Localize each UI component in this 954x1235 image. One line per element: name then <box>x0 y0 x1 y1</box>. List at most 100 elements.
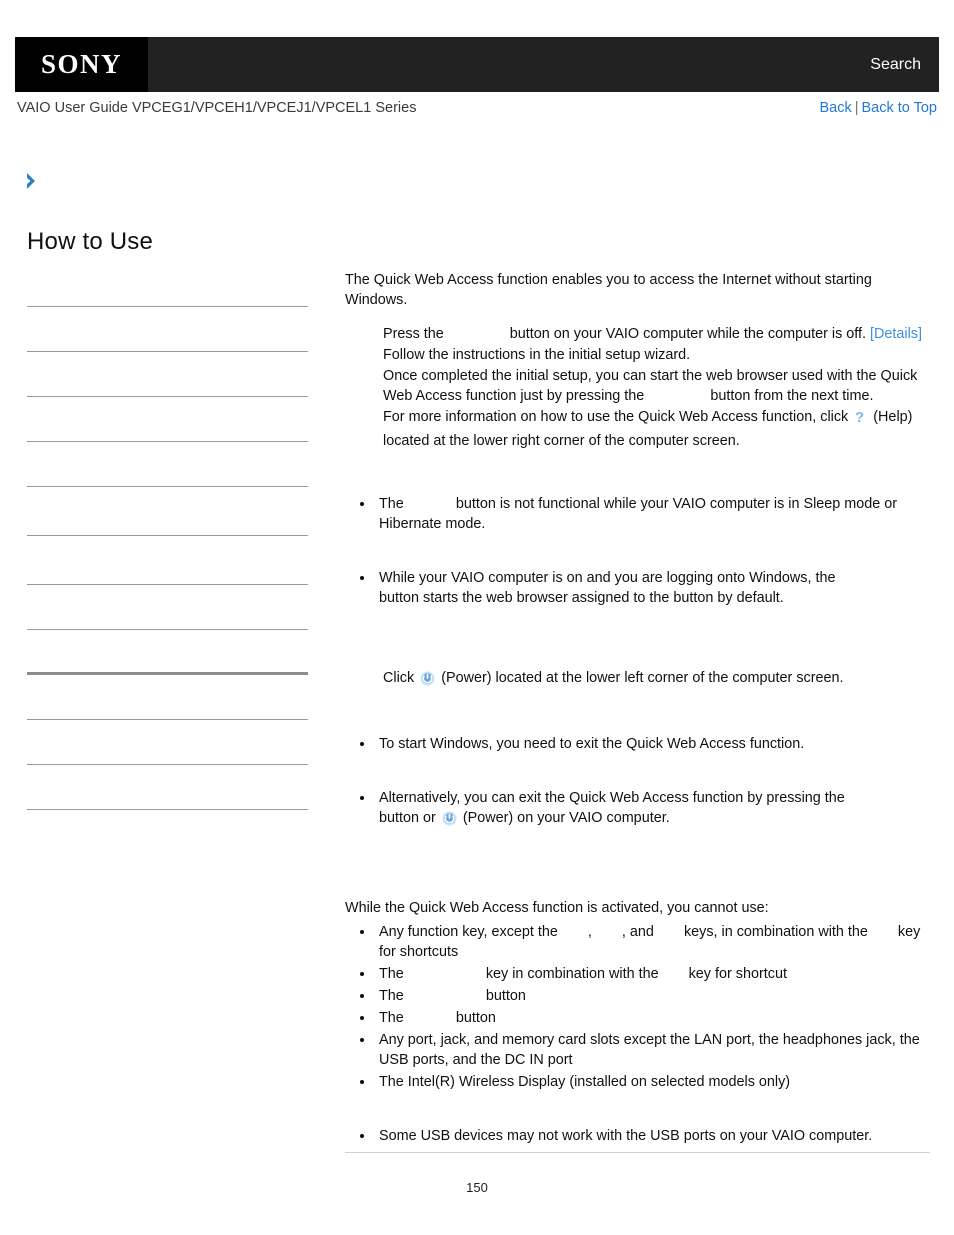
sidebar-item-5[interactable] <box>27 487 308 536</box>
search-link[interactable]: Search <box>870 56 921 74</box>
note-item-2: While your VAIO computer is on and you a… <box>375 568 930 608</box>
restriction-part-2: button <box>455 1010 496 1026</box>
restriction-part-1: The Intel(R) Wireless Display (installed… <box>379 1074 791 1090</box>
footer-divider <box>345 1152 930 1153</box>
notes-list-2: While your VAIO computer is on and you a… <box>345 568 930 608</box>
missing-key-image <box>596 926 618 938</box>
missing-button-image <box>408 990 482 1002</box>
sidebar-title: How to Use <box>27 228 154 255</box>
exit-note-text: To start Windows, you need to exit the Q… <box>379 736 805 752</box>
details-link[interactable]: [Details] <box>870 326 922 342</box>
sidebar-item-8[interactable] <box>27 630 308 675</box>
exit-text-after: (Power) located at the lower left corner… <box>441 670 844 686</box>
restriction-part-1: The <box>379 988 404 1004</box>
step-item-1: Press the button on your VAIO computer w… <box>383 324 930 344</box>
notes-list: The button is not functional while your … <box>345 494 930 534</box>
power-icon <box>442 811 457 832</box>
step-text-after: button from the next time. <box>710 388 874 404</box>
note-text-after: button is not functional while your VAIO… <box>379 496 898 532</box>
restriction-item-2: The key in combination with the key for … <box>375 964 930 984</box>
back-link[interactable]: Back <box>819 100 851 116</box>
final-note-item: Some USB devices may not work with the U… <box>375 1126 930 1146</box>
final-note-list: Some USB devices may not work with the U… <box>345 1126 930 1146</box>
exit-note-item-2: Alternatively, you can exit the Quick We… <box>375 788 930 832</box>
exit-note-item-1: To start Windows, you need to exit the Q… <box>375 734 930 754</box>
sidebar-menu <box>27 262 308 810</box>
step-item-3: Once completed the initial setup, you ca… <box>383 366 930 406</box>
sony-logo[interactable]: SONY <box>15 37 148 92</box>
exit-text-before: Click <box>383 670 415 686</box>
step-text-after: button on your VAIO computer while the c… <box>509 326 867 342</box>
chevron-right-icon[interactable] <box>24 172 40 190</box>
restriction-item-4: The button <box>375 1008 930 1028</box>
intro-paragraph: The Quick Web Access function enables yo… <box>345 272 872 308</box>
restriction-part-3: , and <box>621 924 654 940</box>
restriction-part-2: , <box>587 924 592 940</box>
note-text-before: While your VAIO computer is on and you a… <box>379 570 836 586</box>
step-text-before: Press the <box>383 326 444 342</box>
restriction-item-5: Any port, jack, and memory card slots ex… <box>375 1030 930 1070</box>
exit-notes-list-2: Alternatively, you can exit the Quick We… <box>345 788 930 832</box>
final-note-text: Some USB devices may not work with the U… <box>379 1128 873 1144</box>
restriction-part-2: key in combination with the <box>485 966 659 982</box>
main-content: The Quick Web Access function enables yo… <box>345 270 930 1148</box>
note-text-after: button starts the web browser assigned t… <box>379 590 784 606</box>
restriction-item-3: The button <box>375 986 930 1006</box>
restrictions-list: Any function key, except the , , and key… <box>345 922 930 1092</box>
steps-list: Press the button on your VAIO computer w… <box>345 324 930 451</box>
exit-note-text-before: Alternatively, you can exit the Quick We… <box>379 790 845 806</box>
sony-logo-text: SONY <box>40 49 122 79</box>
sidebar-item-6[interactable] <box>27 536 308 585</box>
missing-button-image <box>648 390 706 402</box>
sidebar-item-4[interactable] <box>27 442 308 487</box>
missing-key-image <box>562 926 584 938</box>
restriction-part-4: keys, in combination with the <box>683 924 868 940</box>
step-text: Follow the instructions in the initial s… <box>383 347 691 363</box>
sidebar-item-0[interactable] <box>27 262 308 307</box>
back-to-top-link[interactable]: Back to Top <box>861 100 937 116</box>
restriction-part-1: The <box>379 966 404 982</box>
restriction-part-1: Any port, jack, and memory card slots ex… <box>379 1032 920 1068</box>
exit-instruction: Click (Power) located at the lower left … <box>345 668 930 692</box>
exit-notes-list: To start Windows, you need to exit the Q… <box>345 734 930 754</box>
sidebar-item-10[interactable] <box>27 720 308 765</box>
missing-button-image <box>839 572 897 584</box>
missing-button-image <box>408 498 452 510</box>
exit-note-text-after: (Power) on your VAIO computer. <box>462 810 670 826</box>
step-item-4: For more information on how to use the Q… <box>383 407 930 451</box>
header-nav-links: Back | Back to Top <box>819 100 937 116</box>
power-icon <box>420 671 435 692</box>
restrictions-intro: While the Quick Web Access function is a… <box>345 900 769 916</box>
help-icon: ? <box>854 408 867 431</box>
sidebar-item-9[interactable] <box>27 675 308 720</box>
missing-button-image <box>408 1012 452 1024</box>
restriction-part-3: key for shortcut <box>688 966 787 982</box>
sidebar-item-3[interactable] <box>27 397 308 442</box>
sidebar-item-2[interactable] <box>27 352 308 397</box>
missing-button-image <box>849 792 893 804</box>
exit-note-text-mid: button or <box>379 810 436 826</box>
missing-key-image <box>663 968 685 980</box>
step-text-before: For more information on how to use the Q… <box>383 409 849 425</box>
missing-key-image <box>408 968 482 980</box>
restriction-item-6: The Intel(R) Wireless Display (installed… <box>375 1072 930 1092</box>
restriction-item-1: Any function key, except the , , and key… <box>375 922 930 962</box>
missing-button-image <box>448 328 506 340</box>
sidebar-item-7[interactable] <box>27 585 308 630</box>
restriction-part-2: button <box>485 988 526 1004</box>
sidebar-item-1[interactable] <box>27 307 308 352</box>
restriction-part-1: Any function key, except the <box>379 924 558 940</box>
missing-key-image <box>658 926 680 938</box>
step-item-2: Follow the instructions in the initial s… <box>383 345 930 365</box>
sub-header: VAIO User Guide VPCEG1/VPCEH1/VPCEJ1/VPC… <box>0 100 954 128</box>
sidebar-item-11[interactable] <box>27 765 308 810</box>
restriction-part-1: The <box>379 1010 404 1026</box>
page-number: 150 <box>466 1180 488 1195</box>
